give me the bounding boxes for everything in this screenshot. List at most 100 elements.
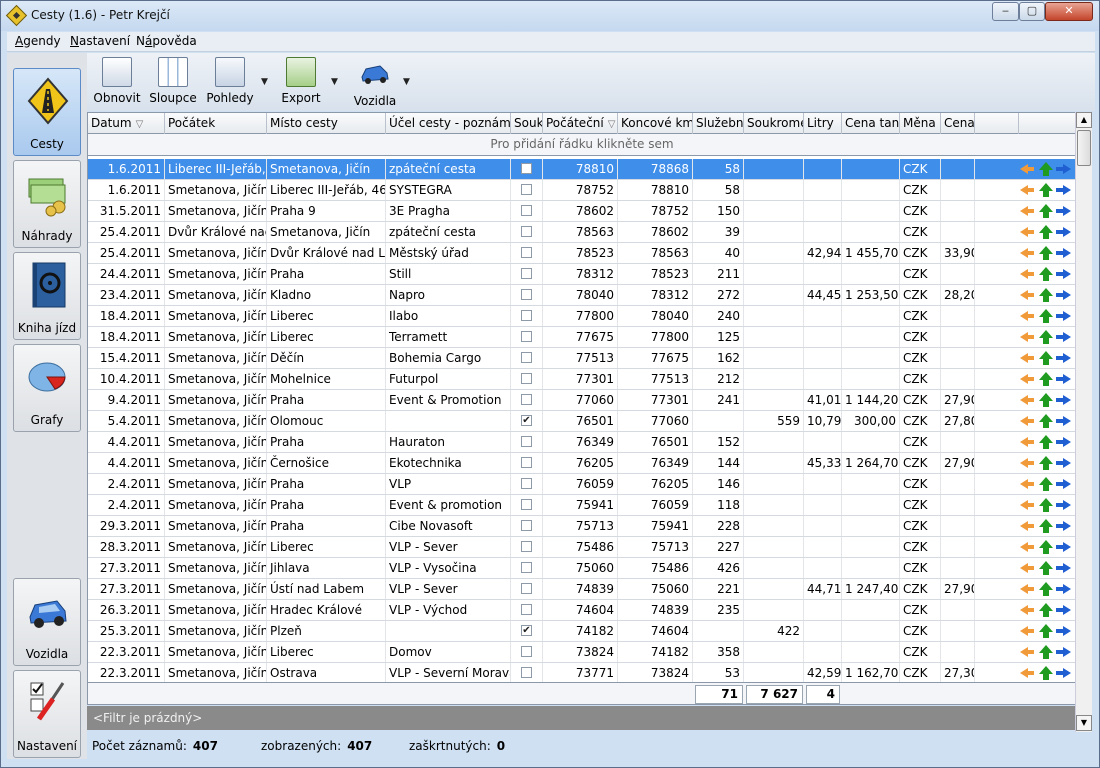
cell-me[interactable]: CZK — [900, 600, 941, 620]
cell-me[interactable]: CZK — [900, 222, 941, 242]
table-row[interactable]: 1.6.2011 Smetanova, Jičín Liberec III-Jeřá… — [88, 180, 1076, 201]
cell-m[interactable]: Liberec — [267, 537, 386, 557]
cell-p[interactable]: Smetanova, Jičín — [165, 474, 267, 494]
private-checkbox[interactable] — [521, 604, 532, 615]
cell-ct[interactable] — [842, 600, 900, 620]
cell-l[interactable]: 42,94 — [804, 243, 842, 263]
table-row[interactable]: 26.3.2011 Smetanova, Jičín Hradec Králové V… — [88, 600, 1076, 621]
cell-me[interactable]: CZK — [900, 621, 941, 641]
arrow-left-icon[interactable] — [1020, 561, 1034, 575]
arrow-left-icon[interactable] — [1020, 393, 1034, 407]
cell-kk[interactable]: 74182 — [618, 642, 693, 662]
cell-d[interactable]: 18.4.2011 — [88, 306, 165, 326]
table-row[interactable]: 31.5.2011 Smetanova, Jičín Praha 9 3E Pragh… — [88, 201, 1076, 222]
arrow-right-icon[interactable] — [1056, 162, 1071, 176]
columns-button[interactable]: Sloupce — [149, 57, 197, 109]
private-checkbox[interactable] — [521, 646, 532, 657]
cell-so[interactable] — [744, 453, 804, 473]
cell-l[interactable]: 45,33 — [804, 453, 842, 473]
cell-c[interactable] — [941, 222, 975, 242]
arrow-up-icon[interactable] — [1039, 225, 1053, 239]
cell-me[interactable]: CZK — [900, 537, 941, 557]
cell-me[interactable]: CZK — [900, 180, 941, 200]
cell-p[interactable]: Smetanova, Jičín — [165, 327, 267, 347]
arrow-right-icon[interactable] — [1056, 372, 1071, 386]
cell-kk[interactable]: 75713 — [618, 537, 693, 557]
cell-so[interactable] — [744, 558, 804, 578]
cell-so[interactable] — [744, 222, 804, 242]
cell-d[interactable]: 23.4.2011 — [88, 285, 165, 305]
cell-d[interactable]: 18.4.2011 — [88, 327, 165, 347]
cell-d[interactable]: 4.4.2011 — [88, 453, 165, 473]
cell-pk[interactable]: 78602 — [543, 201, 618, 221]
cell-u[interactable]: Bohemia Cargo — [386, 348, 511, 368]
table-row[interactable]: 10.4.2011 Smetanova, Jičín Mohelnice Futurp… — [88, 369, 1076, 390]
cell-m[interactable]: Praha — [267, 390, 386, 410]
cell-m[interactable]: Liberec — [267, 306, 386, 326]
cell-ct[interactable] — [842, 495, 900, 515]
cell-l[interactable] — [804, 369, 842, 389]
private-checkbox[interactable] — [521, 457, 532, 468]
cell-p[interactable]: Smetanova, Jičín — [165, 600, 267, 620]
cell-u[interactable]: Napro — [386, 285, 511, 305]
arrow-up-icon[interactable] — [1039, 435, 1053, 449]
cell-kk[interactable]: 77513 — [618, 369, 693, 389]
arrow-left-icon[interactable] — [1020, 330, 1034, 344]
arrow-right-icon[interactable] — [1056, 246, 1071, 260]
cell-so[interactable] — [744, 264, 804, 284]
cell-pk[interactable]: 75941 — [543, 495, 618, 515]
arrow-right-icon[interactable] — [1056, 309, 1071, 323]
cell-d[interactable]: 22.3.2011 — [88, 663, 165, 683]
arrow-left-icon[interactable] — [1020, 351, 1034, 365]
cell-sl[interactable]: 146 — [693, 474, 744, 494]
sidebar-item-nastaveni[interactable]: Nastavení — [13, 670, 81, 758]
cell-sl[interactable]: 118 — [693, 495, 744, 515]
table-row[interactable]: 1.6.2011Liberec III-Jeřáb, 46Smetanova, … — [88, 159, 1076, 180]
cell-ct[interactable] — [842, 516, 900, 536]
cell-sl[interactable]: 426 — [693, 558, 744, 578]
cell-l[interactable] — [804, 306, 842, 326]
cell-ct[interactable] — [842, 642, 900, 662]
cell-u[interactable]: Ilabo — [386, 306, 511, 326]
cell-me[interactable]: CZK — [900, 432, 941, 452]
arrow-left-icon[interactable] — [1020, 309, 1034, 323]
arrow-up-icon[interactable] — [1039, 540, 1053, 554]
cell-m[interactable]: Liberec — [267, 642, 386, 662]
arrow-up-icon[interactable] — [1039, 351, 1053, 365]
arrow-left-icon[interactable] — [1020, 477, 1034, 491]
cell-so[interactable] — [744, 495, 804, 515]
cell-me[interactable]: CZK — [900, 390, 941, 410]
cell-pk[interactable]: 77800 — [543, 306, 618, 326]
table-row[interactable]: 4.4.2011 Smetanova, Jičín Praha Hauraton 763… — [88, 432, 1076, 453]
table-row[interactable]: 5.4.2011 Smetanova, Jičín Olomouc ✔ 76501 770… — [88, 411, 1076, 432]
cell-ct[interactable]: 1 162,70 — [842, 663, 900, 683]
cell-ct[interactable] — [842, 264, 900, 284]
cell-me[interactable]: CZK — [900, 285, 941, 305]
arrow-right-icon[interactable] — [1056, 624, 1071, 638]
cell-l[interactable] — [804, 600, 842, 620]
close-button[interactable]: ✕ — [1045, 2, 1093, 21]
column-header[interactable]: Služební — [693, 113, 744, 134]
cell-so[interactable] — [744, 579, 804, 599]
cell-so[interactable]: 559 — [744, 411, 804, 431]
cell-kk[interactable]: 74839 — [618, 600, 693, 620]
cell-kk[interactable]: 75941 — [618, 516, 693, 536]
cell-m[interactable]: Ústí nad Labem — [267, 579, 386, 599]
cell-l[interactable] — [804, 621, 842, 641]
cell-m[interactable]: Olomouc — [267, 411, 386, 431]
cell-pk[interactable]: 73824 — [543, 642, 618, 662]
private-checkbox[interactable] — [521, 352, 532, 363]
cell-c[interactable] — [941, 642, 975, 662]
cell-d[interactable]: 1.6.2011 — [88, 180, 165, 200]
cell-c[interactable] — [941, 558, 975, 578]
arrow-up-icon[interactable] — [1039, 498, 1053, 512]
cell-kk[interactable]: 77301 — [618, 390, 693, 410]
private-checkbox[interactable] — [521, 583, 532, 594]
cell-so[interactable] — [744, 159, 804, 179]
column-header[interactable]: Počáteční ▽ — [543, 113, 618, 134]
arrow-up-icon[interactable] — [1039, 162, 1053, 176]
table-row[interactable]: 23.4.2011 Smetanova, Jičín Kladno Napro 7804… — [88, 285, 1076, 306]
column-header[interactable]: Souk — [511, 113, 543, 134]
cell-sl[interactable]: 227 — [693, 537, 744, 557]
column-header[interactable]: Cena — [941, 113, 975, 134]
